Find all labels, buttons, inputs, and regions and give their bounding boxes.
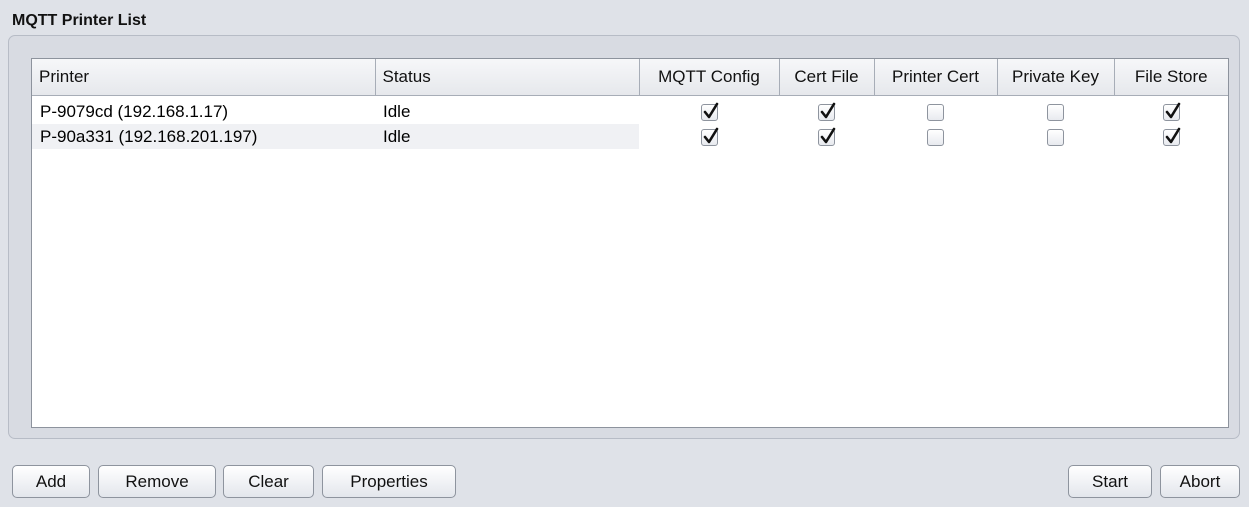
- column-header-mqtt-config[interactable]: MQTT Config: [639, 59, 780, 96]
- column-header-printer-cert[interactable]: Printer Cert: [874, 59, 998, 96]
- column-header-cert-file[interactable]: Cert File: [779, 59, 875, 96]
- abort-button[interactable]: Abort: [1160, 465, 1240, 498]
- clear-button[interactable]: Clear: [223, 465, 314, 498]
- table-row[interactable]: P-90a331 (192.168.201.197) Idle: [32, 124, 1228, 149]
- start-button[interactable]: Start: [1068, 465, 1152, 498]
- checkmark-icon: [1165, 102, 1180, 119]
- cert-file-checkbox[interactable]: [818, 127, 836, 146]
- remove-button[interactable]: Remove: [98, 465, 216, 498]
- printer-cell[interactable]: P-90a331 (192.168.201.197): [32, 124, 375, 149]
- properties-button[interactable]: Properties: [322, 465, 456, 498]
- printer-cert-checkbox[interactable]: [927, 103, 944, 121]
- table-row[interactable]: P-9079cd (192.168.1.17) Idle: [32, 95, 1228, 124]
- checkmark-icon: [703, 127, 718, 143]
- mqtt-config-checkbox[interactable]: [700, 102, 718, 121]
- file-store-checkbox[interactable]: [1162, 127, 1180, 146]
- checkmark-icon: [703, 102, 718, 119]
- panel-title: MQTT Printer List: [12, 12, 147, 29]
- checkmark-icon: [820, 102, 836, 119]
- column-header-file-store[interactable]: File Store: [1114, 59, 1228, 96]
- add-button[interactable]: Add: [12, 465, 90, 498]
- mqtt-config-checkbox[interactable]: [700, 127, 718, 146]
- column-header-private-key[interactable]: Private Key: [997, 59, 1115, 96]
- status-cell[interactable]: Idle: [375, 95, 639, 124]
- printer-cert-checkbox[interactable]: [927, 128, 944, 146]
- file-store-checkbox[interactable]: [1162, 102, 1180, 121]
- column-header-status[interactable]: Status: [375, 59, 640, 96]
- private-key-checkbox[interactable]: [1047, 128, 1064, 146]
- checkmark-icon: [1165, 127, 1180, 143]
- cert-file-checkbox[interactable]: [818, 102, 836, 121]
- checkmark-icon: [820, 127, 836, 143]
- private-key-checkbox[interactable]: [1047, 103, 1064, 121]
- status-cell[interactable]: Idle: [375, 124, 639, 149]
- column-header-printer[interactable]: Printer: [32, 59, 376, 96]
- printer-cell[interactable]: P-9079cd (192.168.1.17): [32, 95, 375, 124]
- printer-table[interactable]: Printer Status MQTT Config Cert File Pri…: [31, 58, 1229, 428]
